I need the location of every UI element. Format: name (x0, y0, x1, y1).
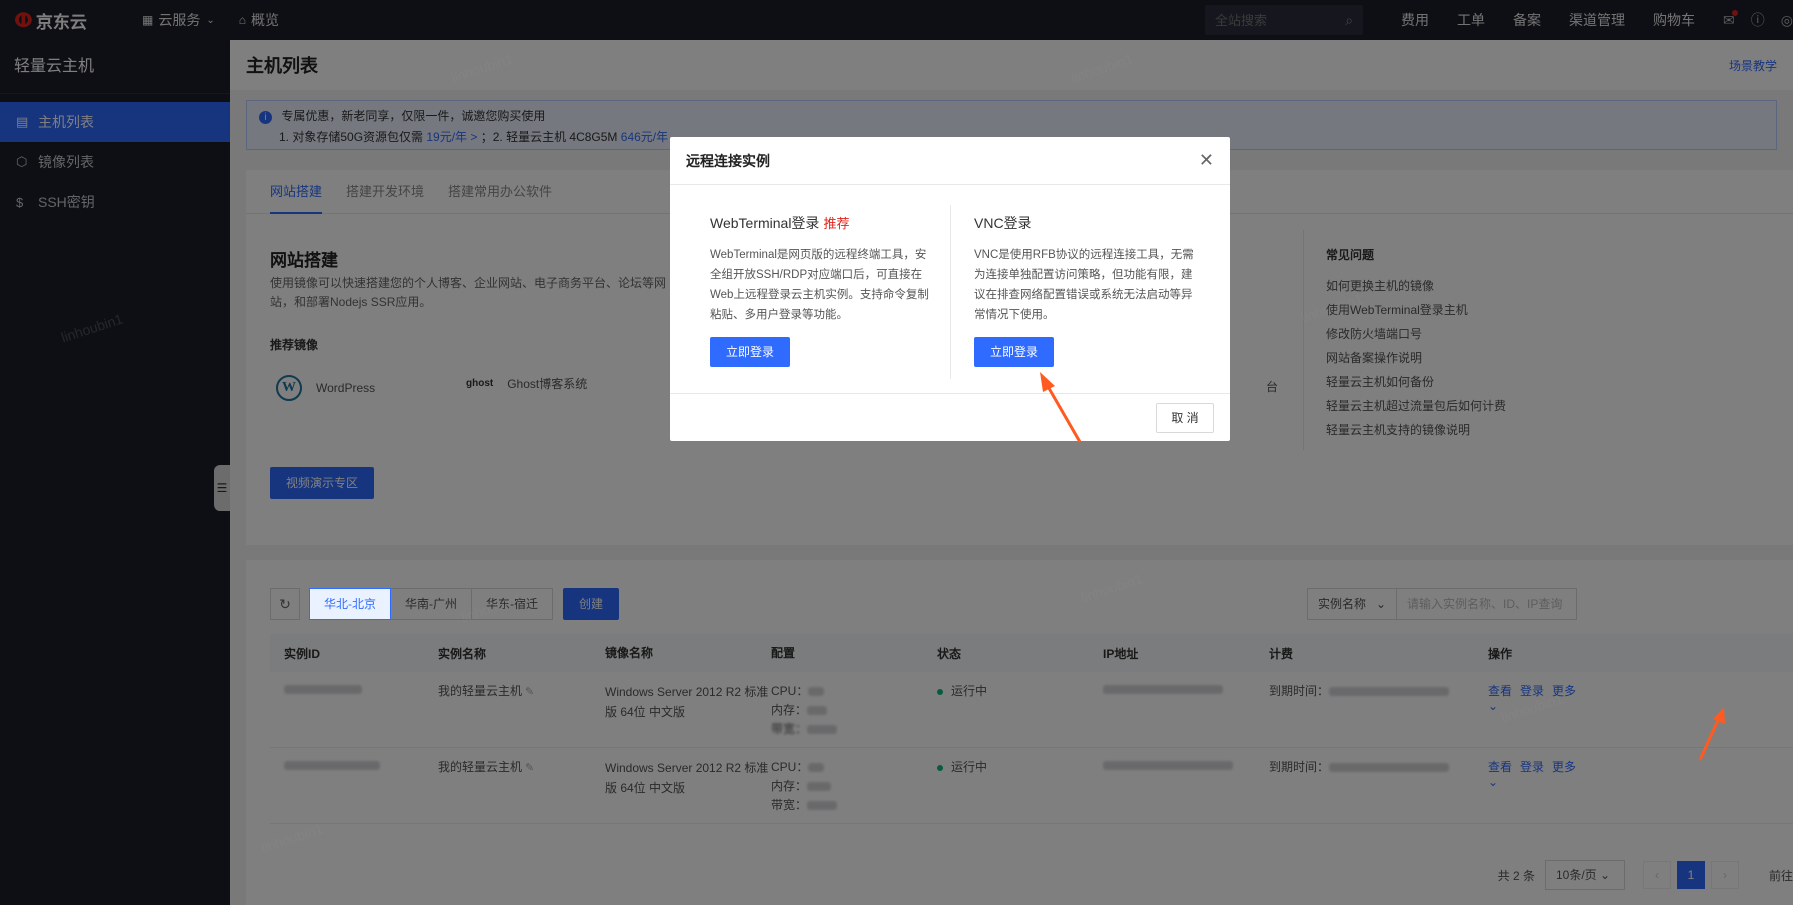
cancel-button[interactable]: 取 消 (1156, 402, 1214, 433)
dialog-body: WebTerminal登录 推荐 WebTerminal是网页版的远程终端工具，安… (670, 185, 1230, 393)
dialog-footer: 取 消 (670, 393, 1230, 441)
webterminal-description: WebTerminal是网页版的远程终端工具，安全组开放SSH/RDP对应端口后… (710, 249, 929, 321)
watermark: linhoubin1 (459, 590, 525, 626)
watermark: linhoubin1 (1069, 50, 1135, 86)
vnc-login-button[interactable]: 立即登录 (974, 337, 1054, 367)
recommended-badge: 推荐 (823, 216, 850, 231)
watermark: linhoubin1 (1499, 690, 1565, 726)
watermark: linhoubin1 (449, 50, 515, 86)
webterminal-panel: WebTerminal登录 推荐 WebTerminal是网页版的远程终端工具，安… (710, 213, 936, 367)
watermark: linhoubin1 (59, 310, 125, 346)
remote-connect-dialog: 远程连接实例 ✕ WebTerminal登录 推荐 WebTerminal是网页版… (670, 137, 1230, 441)
watermark: linhoubin1 (1079, 570, 1145, 606)
webterminal-title-text: WebTerminal登录 (710, 215, 820, 231)
region-tab-beijing[interactable]: 华北-北京 (309, 588, 391, 620)
watermark: linhoubin1 (1299, 290, 1365, 326)
vnc-panel: VNC登录 VNC是使用RFB协议的远程连接工具，无需为连接单独配置访问策略，但… (974, 213, 1200, 367)
dialog-header: 远程连接实例 ✕ (670, 137, 1230, 185)
vnc-description: VNC是使用RFB协议的远程连接工具，无需为连接单独配置访问策略，但功能有限，建… (974, 249, 1194, 321)
webterminal-login-button[interactable]: 立即登录 (710, 337, 790, 367)
webterminal-title: WebTerminal登录 推荐 (710, 213, 936, 233)
modal-backdrop: linhoubin1 linhoubin1 linhoubin1 linhoub… (0, 0, 1793, 905)
close-icon[interactable]: ✕ (1199, 150, 1214, 171)
vnc-title: VNC登录 (974, 215, 1032, 231)
dialog-title: 远程连接实例 (686, 152, 770, 169)
panel-divider (950, 205, 951, 379)
watermark: linhoubin1 (259, 820, 325, 856)
